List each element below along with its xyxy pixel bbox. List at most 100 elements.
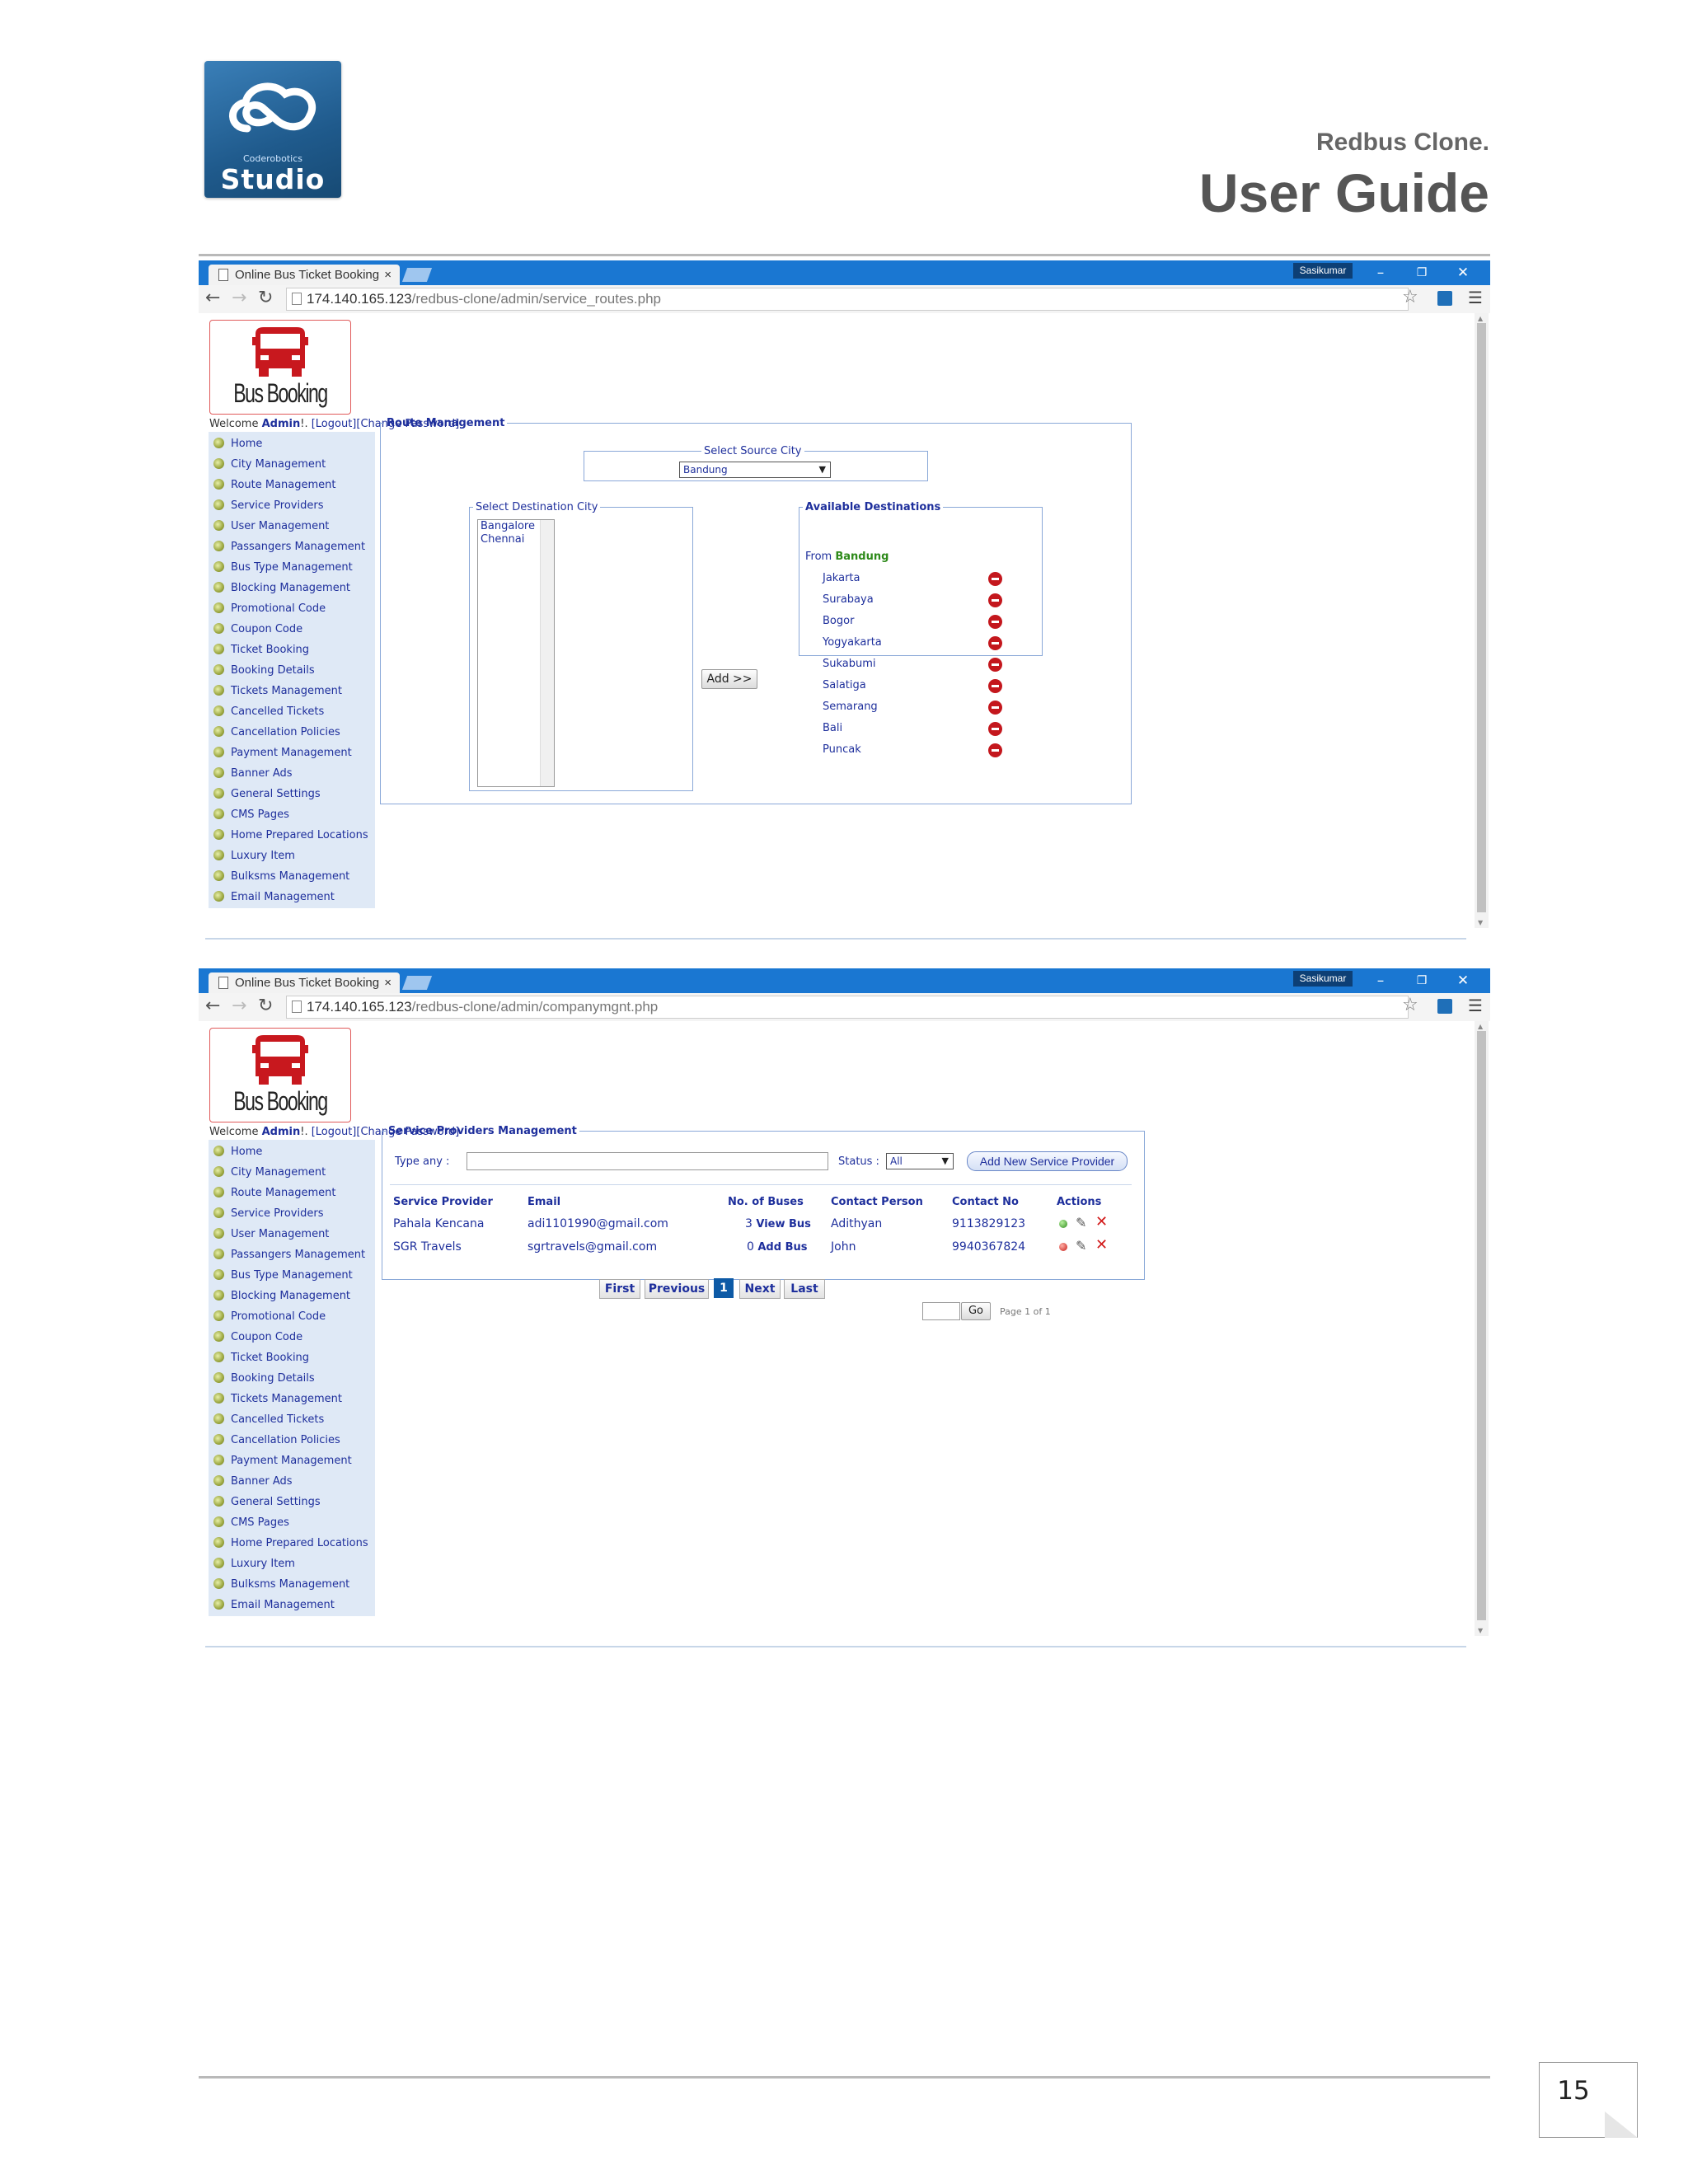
sidebar-item-general-settings[interactable]: General Settings	[213, 785, 321, 804]
sidebar-item-passangers-management[interactable]: Passangers Management	[213, 538, 365, 556]
current-page[interactable]: 1	[714, 1278, 734, 1298]
reload-icon[interactable]: ↻	[258, 996, 273, 1016]
sidebar-item-home-prepared-locations[interactable]: Home Prepared Locations	[213, 1535, 368, 1553]
remove-icon[interactable]	[988, 743, 1002, 757]
page-scrollbar[interactable]: ▲ ▼	[1475, 313, 1489, 928]
sidebar-item-luxury-item[interactable]: Luxury Item	[213, 847, 295, 865]
close-window-icon[interactable]: ✕	[1447, 262, 1479, 284]
scroll-thumb[interactable]	[1477, 1031, 1486, 1620]
destination-option[interactable]: Bangalore	[481, 520, 535, 532]
sidebar-item-cancelled-tickets[interactable]: Cancelled Tickets	[213, 1411, 324, 1429]
bookmark-star-icon[interactable]: ☆	[1402, 995, 1418, 1015]
sidebar-item-banner-ads[interactable]: Banner Ads	[213, 1473, 293, 1491]
menu-icon[interactable]: ☰	[1468, 288, 1483, 307]
tab-close-icon[interactable]: ×	[384, 972, 392, 993]
sidebar-item-blocking-management[interactable]: Blocking Management	[213, 1287, 350, 1305]
minimize-icon[interactable]: –	[1364, 970, 1397, 991]
source-city-select[interactable]: Bandung ▼	[679, 462, 831, 478]
previous-page-button[interactable]: Previous	[645, 1279, 709, 1299]
sidebar-item-bulksms-management[interactable]: Bulksms Management	[213, 1576, 349, 1594]
sidebar-item-city-management[interactable]: City Management	[213, 1164, 326, 1182]
sidebar-item-ticket-booking[interactable]: Ticket Booking	[213, 641, 309, 659]
scroll-up-icon[interactable]: ▲	[1478, 1023, 1483, 1030]
sidebar-item-user-management[interactable]: User Management	[213, 1226, 329, 1244]
sidebar-item-coupon-code[interactable]: Coupon Code	[213, 621, 302, 639]
sidebar-item-promotional-code[interactable]: Promotional Code	[213, 600, 326, 618]
sidebar-item-passangers-management[interactable]: Passangers Management	[213, 1246, 365, 1264]
add-destination-button[interactable]: Add >>	[701, 669, 757, 689]
scroll-down-icon[interactable]: ▼	[1478, 1627, 1483, 1634]
sidebar-item-blocking-management[interactable]: Blocking Management	[213, 579, 350, 598]
browser-tab[interactable]: Online Bus Ticket Booking ×	[209, 265, 400, 285]
sidebar-item-bulksms-management[interactable]: Bulksms Management	[213, 868, 349, 886]
last-page-button[interactable]: Last	[784, 1279, 825, 1299]
sidebar-item-bus-type-management[interactable]: Bus Type Management	[213, 559, 353, 577]
browser-tab[interactable]: Online Bus Ticket Booking ×	[209, 972, 400, 993]
edit-icon[interactable]: ✎	[1076, 1215, 1086, 1230]
back-arrow-icon[interactable]: ←	[205, 996, 220, 1016]
sidebar-item-user-management[interactable]: User Management	[213, 518, 329, 536]
sidebar-item-ticket-booking[interactable]: Ticket Booking	[213, 1349, 309, 1367]
url-input[interactable]: 174.140.165.123/redbus-clone/admin/compa…	[286, 996, 1409, 1019]
minimize-icon[interactable]: –	[1364, 262, 1397, 284]
sidebar-item-coupon-code[interactable]: Coupon Code	[213, 1329, 302, 1347]
remove-icon[interactable]	[988, 679, 1002, 693]
sidebar-item-home-prepared-locations[interactable]: Home Prepared Locations	[213, 827, 368, 845]
go-button[interactable]: Go	[961, 1302, 991, 1320]
new-tab-button[interactable]	[401, 976, 433, 990]
extension-icon[interactable]	[1437, 999, 1452, 1014]
sidebar-item-booking-details[interactable]: Booking Details	[213, 662, 315, 680]
page-number-input[interactable]	[922, 1302, 960, 1320]
sidebar-item-cancellation-policies[interactable]: Cancellation Policies	[213, 724, 340, 742]
sidebar-item-payment-management[interactable]: Payment Management	[213, 1452, 352, 1470]
sidebar-item-email-management[interactable]: Email Management	[213, 1596, 335, 1615]
destination-option[interactable]: Chennai	[481, 533, 524, 546]
delete-icon[interactable]: ✕	[1095, 1236, 1108, 1254]
remove-icon[interactable]	[988, 572, 1002, 586]
remove-icon[interactable]	[988, 636, 1002, 650]
sidebar-item-tickets-management[interactable]: Tickets Management	[213, 1390, 342, 1408]
delete-icon[interactable]: ✕	[1095, 1213, 1108, 1230]
bookmark-star-icon[interactable]: ☆	[1402, 287, 1418, 307]
sidebar-item-cms-pages[interactable]: CMS Pages	[213, 1514, 289, 1532]
remove-icon[interactable]	[988, 701, 1002, 715]
list-scrollbar[interactable]	[540, 520, 554, 786]
edit-icon[interactable]: ✎	[1076, 1238, 1086, 1254]
remove-icon[interactable]	[988, 615, 1002, 629]
first-page-button[interactable]: First	[599, 1279, 640, 1299]
new-tab-button[interactable]	[401, 268, 433, 282]
search-input[interactable]	[467, 1152, 828, 1170]
sidebar-item-route-management[interactable]: Route Management	[213, 476, 336, 494]
destination-city-list[interactable]: Bangalore Chennai	[477, 519, 555, 787]
scroll-thumb[interactable]	[1477, 323, 1486, 912]
sidebar-item-cancellation-policies[interactable]: Cancellation Policies	[213, 1432, 340, 1450]
active-status-icon[interactable]	[1059, 1220, 1067, 1228]
sidebar-item-route-management[interactable]: Route Management	[213, 1184, 336, 1202]
status-select[interactable]: All ▼	[886, 1153, 954, 1169]
sidebar-item-payment-management[interactable]: Payment Management	[213, 744, 352, 762]
sidebar-item-cancelled-tickets[interactable]: Cancelled Tickets	[213, 703, 324, 721]
forward-arrow-icon[interactable]: →	[232, 288, 246, 308]
reload-icon[interactable]: ↻	[258, 288, 273, 308]
close-window-icon[interactable]: ✕	[1447, 970, 1479, 991]
next-page-button[interactable]: Next	[739, 1279, 781, 1299]
sidebar-item-tickets-management[interactable]: Tickets Management	[213, 682, 342, 701]
inactive-status-icon[interactable]	[1059, 1243, 1067, 1251]
sidebar-item-banner-ads[interactable]: Banner Ads	[213, 765, 293, 783]
forward-arrow-icon[interactable]: →	[232, 996, 246, 1016]
sidebar-item-cms-pages[interactable]: CMS Pages	[213, 806, 289, 824]
menu-icon[interactable]: ☰	[1468, 996, 1483, 1015]
remove-icon[interactable]	[988, 658, 1002, 672]
sidebar-item-home[interactable]: Home	[213, 435, 262, 453]
sidebar-item-bus-type-management[interactable]: Bus Type Management	[213, 1267, 353, 1285]
scroll-up-icon[interactable]: ▲	[1478, 315, 1483, 322]
sidebar-item-promotional-code[interactable]: Promotional Code	[213, 1308, 326, 1326]
sidebar-item-general-settings[interactable]: General Settings	[213, 1493, 321, 1511]
sidebar-item-service-providers[interactable]: Service Providers	[213, 1205, 323, 1223]
tab-close-icon[interactable]: ×	[384, 265, 392, 285]
extension-icon[interactable]	[1437, 291, 1452, 306]
sidebar-item-home[interactable]: Home	[213, 1143, 262, 1161]
logout-link[interactable]: [Logout]	[312, 1126, 357, 1138]
remove-icon[interactable]	[988, 593, 1002, 607]
sidebar-item-booking-details[interactable]: Booking Details	[213, 1370, 315, 1388]
